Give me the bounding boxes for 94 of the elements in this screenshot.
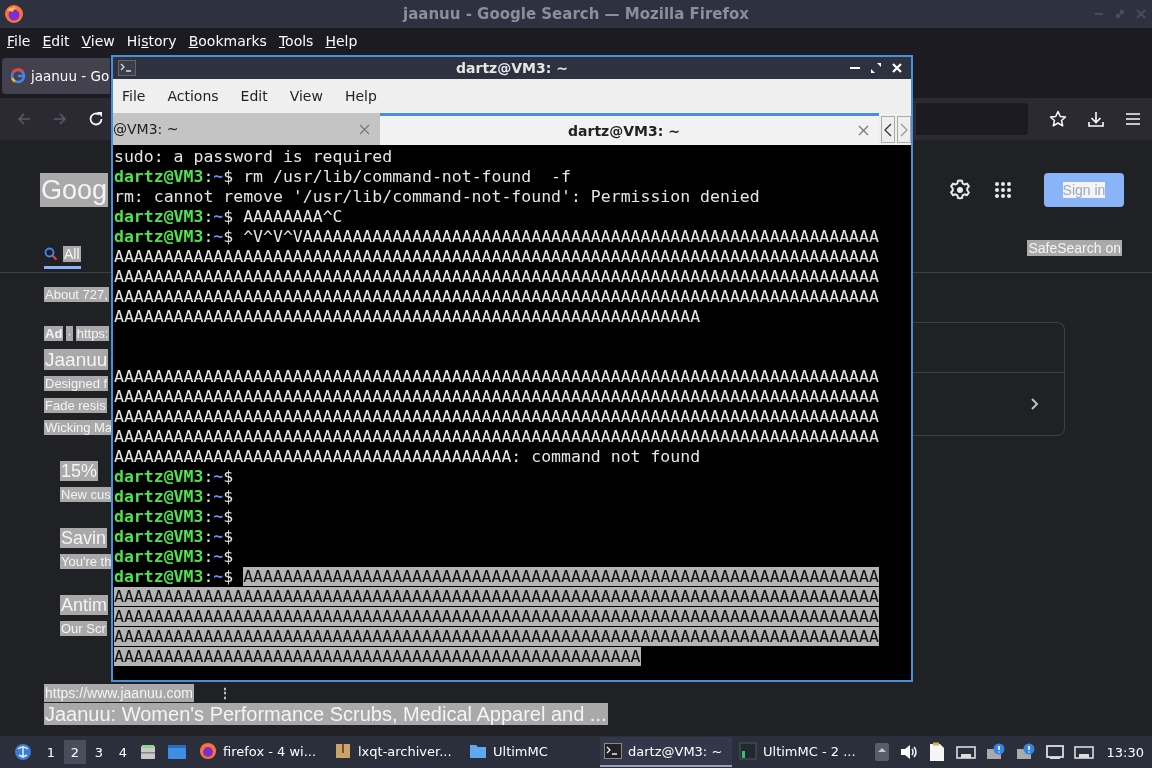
command-text: rm /usr/lib/command-not-found -f <box>243 167 571 186</box>
terminal-output: AAAAAAAAAAAAAAAAAAAAAAAAAAAAAAAAAAAAAAAAAAAAAAAAAAAAAAAAAAA <box>114 307 701 326</box>
terminal-tab[interactable]: @VM3: ~ <box>113 113 380 145</box>
search-icon <box>44 246 58 261</box>
sitelink-description: You're th <box>60 554 113 569</box>
chevron-right-icon <box>900 122 908 137</box>
google-icon <box>10 68 26 84</box>
taskbar-button[interactable]: dartz@VM3: ~ <box>600 737 732 767</box>
chevron-right-icon[interactable] <box>1030 397 1040 411</box>
shell-prompt: dartz@VM3:~$ <box>114 567 234 586</box>
scroll-left-button[interactable] <box>881 116 895 143</box>
shell-prompt: dartz@VM3:~$ <box>114 207 234 226</box>
chevron-left-icon <box>884 122 892 137</box>
shell-prompt: dartz@VM3:~$ <box>114 507 234 526</box>
maximize-icon[interactable] <box>870 62 882 74</box>
start-menu-icon[interactable] <box>13 742 33 762</box>
shell-prompt: dartz@VM3:~$ <box>114 227 234 246</box>
shell-prompt: dartz@VM3:~$ <box>114 167 234 186</box>
terminal-output: AAAAAAAAAAAAAAAAAAAAAAAAAAAAAAAAAAAAAAAAAAAAAAAAAAAAAAAAAAAAAAAAAAAAAAAAAAAAA <box>114 367 879 386</box>
terminal-output: AAAAAAAAAAAAAAAAAAAAAAAAAAAAAAAAAAAAAAAAAAAAAAAAAAAAAAAAAAAAAAAAAAAAAAAAAAAAA <box>114 607 879 626</box>
menu-item[interactable]: File <box>122 88 146 104</box>
menu-item[interactable]: File <box>7 33 31 49</box>
alert-icon[interactable] <box>985 743 1006 761</box>
menu-item[interactable]: History <box>126 33 177 49</box>
command-text: AAAAAAAA^C <box>243 207 343 226</box>
window-title: jaanuu - Google Search — Mozilla Firefox <box>403 5 749 23</box>
menu-item[interactable]: Tools <box>278 33 314 49</box>
clipboard-icon[interactable] <box>927 742 946 762</box>
volume-icon[interactable] <box>899 744 918 760</box>
shell-prompt: dartz@VM3:~$ <box>114 527 234 546</box>
terminal-output: AAAAAAAAAAAAAAAAAAAAAAAAAAAAAAAAAAAAAAAAAAAAAAAAAAAAAAAAAAAAAAAAAAAAAAAAAAAAA <box>114 247 879 266</box>
menu-item[interactable]: Edit <box>42 33 70 49</box>
clock[interactable]: 13:30 <box>1106 744 1144 760</box>
shell-prompt: dartz@VM3:~$ <box>114 467 234 486</box>
ad-description: Designed f <box>44 376 109 391</box>
ad-description: Wicking Ma <box>44 420 114 435</box>
taskbar-button[interactable]: UltimMC <box>465 737 597 767</box>
apps-grid-icon[interactable] <box>994 181 1012 199</box>
taskbar-button[interactable]: UltimMC - 2 ... <box>735 737 867 767</box>
terminal-output: AAAAAAAAAAAAAAAAAAAAAAAAAAAAAAAAAAAAAAAAAAAAAAAAAAAAAAAAAAAAAAAAAAAAAAAAAAAAA <box>114 587 879 606</box>
command-text: ^V^V^VAAAAAAAAAAAAAAAAAAAAAAAAAAAAAAAAAAAAAAAAAAAAAAAAAAAAAAAAAA <box>243 227 879 246</box>
download-icon[interactable] <box>1087 110 1105 128</box>
terminal-output: AAAAAAAAAAAAAAAAAAAAAAAAAAAAAAAAAAAAAAAAAAAAAAAAAAAAAAAAAAAAAAAAAAAAAAAAAAAAA <box>114 287 879 306</box>
taskbar-button[interactable]: lxqt-archiver... <box>330 737 462 767</box>
results-count: About 727, <box>44 287 109 302</box>
star-icon[interactable] <box>1049 110 1067 128</box>
terminal-output: AAAAAAAAAAAAAAAAAAAAAAAAAAAAAAAAAAAAAAAAAAAAAAAAAAAAAAAAAAAAAAAAAAAAAAAAAAAAA <box>114 427 879 446</box>
menu-item[interactable]: Help <box>344 88 377 104</box>
menu-item[interactable]: Actions <box>167 88 219 104</box>
terminal-output: rm: cannot remove '/usr/lib/command-not-found': Permission denied <box>114 187 760 206</box>
folder-icon <box>469 743 487 759</box>
terminal-output: AAAAAAAAAAAAAAAAAAAAAAAAAAAAAAAAAAAAAAAAAAAAAAAAAAAAAAAAAAAAAAAAAAAAAAAAAAAAA <box>114 627 879 646</box>
desktop-switch-button[interactable]: 2 <box>64 740 86 764</box>
sitelink-description: Our Scr <box>60 621 107 636</box>
shell-prompt: dartz@VM3:~$ <box>114 547 234 566</box>
menu-item[interactable]: Help <box>325 33 358 49</box>
sitelink-description: New cus <box>60 487 112 502</box>
window-title: dartz@VM3: ~ <box>456 60 568 76</box>
file-drawer-icon[interactable] <box>139 743 157 761</box>
archive-box-icon <box>334 742 352 760</box>
menu-item[interactable]: View <box>81 33 115 49</box>
command-text: AAAAAAAAAAAAAAAAAAAAAAAAAAAAAAAAAAAAAAAAAAAAAAAAAAAAAAAAAAAAAAAA <box>243 567 879 586</box>
terminal-icon <box>118 60 136 76</box>
menu-item[interactable]: Edit <box>240 88 268 104</box>
browser-tab[interactable]: jaanuu - Go <box>2 58 110 94</box>
desktop-icon[interactable] <box>167 743 187 761</box>
terminal-output: AAAAAAAAAAAAAAAAAAAAAAAAAAAAAAAAAAAAAAAAAAAAAAAAAAAAAAAAAAAAAAAAAAAAAAAAAAAAA <box>114 407 879 426</box>
menu-icon[interactable] <box>1125 112 1141 126</box>
settings-icon[interactable] <box>948 178 972 202</box>
desktop-switch-button[interactable]: 1 <box>40 740 62 764</box>
terminal-output: AAAAAAAAAAAAAAAAAAAAAAAAAAAAAAAAAAAAAAAAAAAAAAAAAAAAAAAAAAAAAAAAAAAAAAAAAAAAA <box>114 387 879 406</box>
firefox-icon <box>199 742 217 760</box>
taskbar-button[interactable]: firefox - 4 wi... <box>195 737 327 767</box>
ad-label: Ad <box>44 325 64 341</box>
firefox-icon <box>4 4 24 24</box>
ad-description: Fade resis <box>44 398 107 413</box>
shell-prompt: dartz@VM3:~$ <box>114 487 234 506</box>
menu-item[interactable]: Bookmarks <box>188 33 267 49</box>
terminal-icon <box>604 743 622 759</box>
launcher-icon <box>739 742 757 760</box>
terminal-output: AAAAAAAAAAAAAAAAAAAAAAAAAAAAAAAAAAAAAAAAAAAAAAAAAAAAAAAAAAAAAAAAAAAAAAAAAAAAA <box>114 267 879 286</box>
network-icon[interactable] <box>955 744 976 760</box>
terminal-output: sudo: a password is required <box>114 147 393 166</box>
menu-item[interactable]: View <box>289 88 323 104</box>
reload-icon[interactable] <box>88 111 104 127</box>
desktop-switch-button[interactable]: 4 <box>112 740 134 764</box>
alert-icon[interactable] <box>1015 743 1036 761</box>
tray-expand-icon[interactable] <box>873 742 890 762</box>
display-icon[interactable] <box>1045 744 1064 760</box>
terminal-output: AAAAAAAAAAAAAAAAAAAAAAAAAAAAAAAAAAAAAAAA: command not found <box>114 447 701 466</box>
terminal-output: AAAAAAAAAAAAAAAAAAAAAAAAAAAAAAAAAAAAAAAAAAAAAAAAAAAAA <box>114 647 641 666</box>
network-icon[interactable] <box>1073 744 1094 760</box>
more-options-icon[interactable]: ⋮ <box>217 684 232 702</box>
desktop-switch-button[interactable]: 3 <box>88 740 110 764</box>
